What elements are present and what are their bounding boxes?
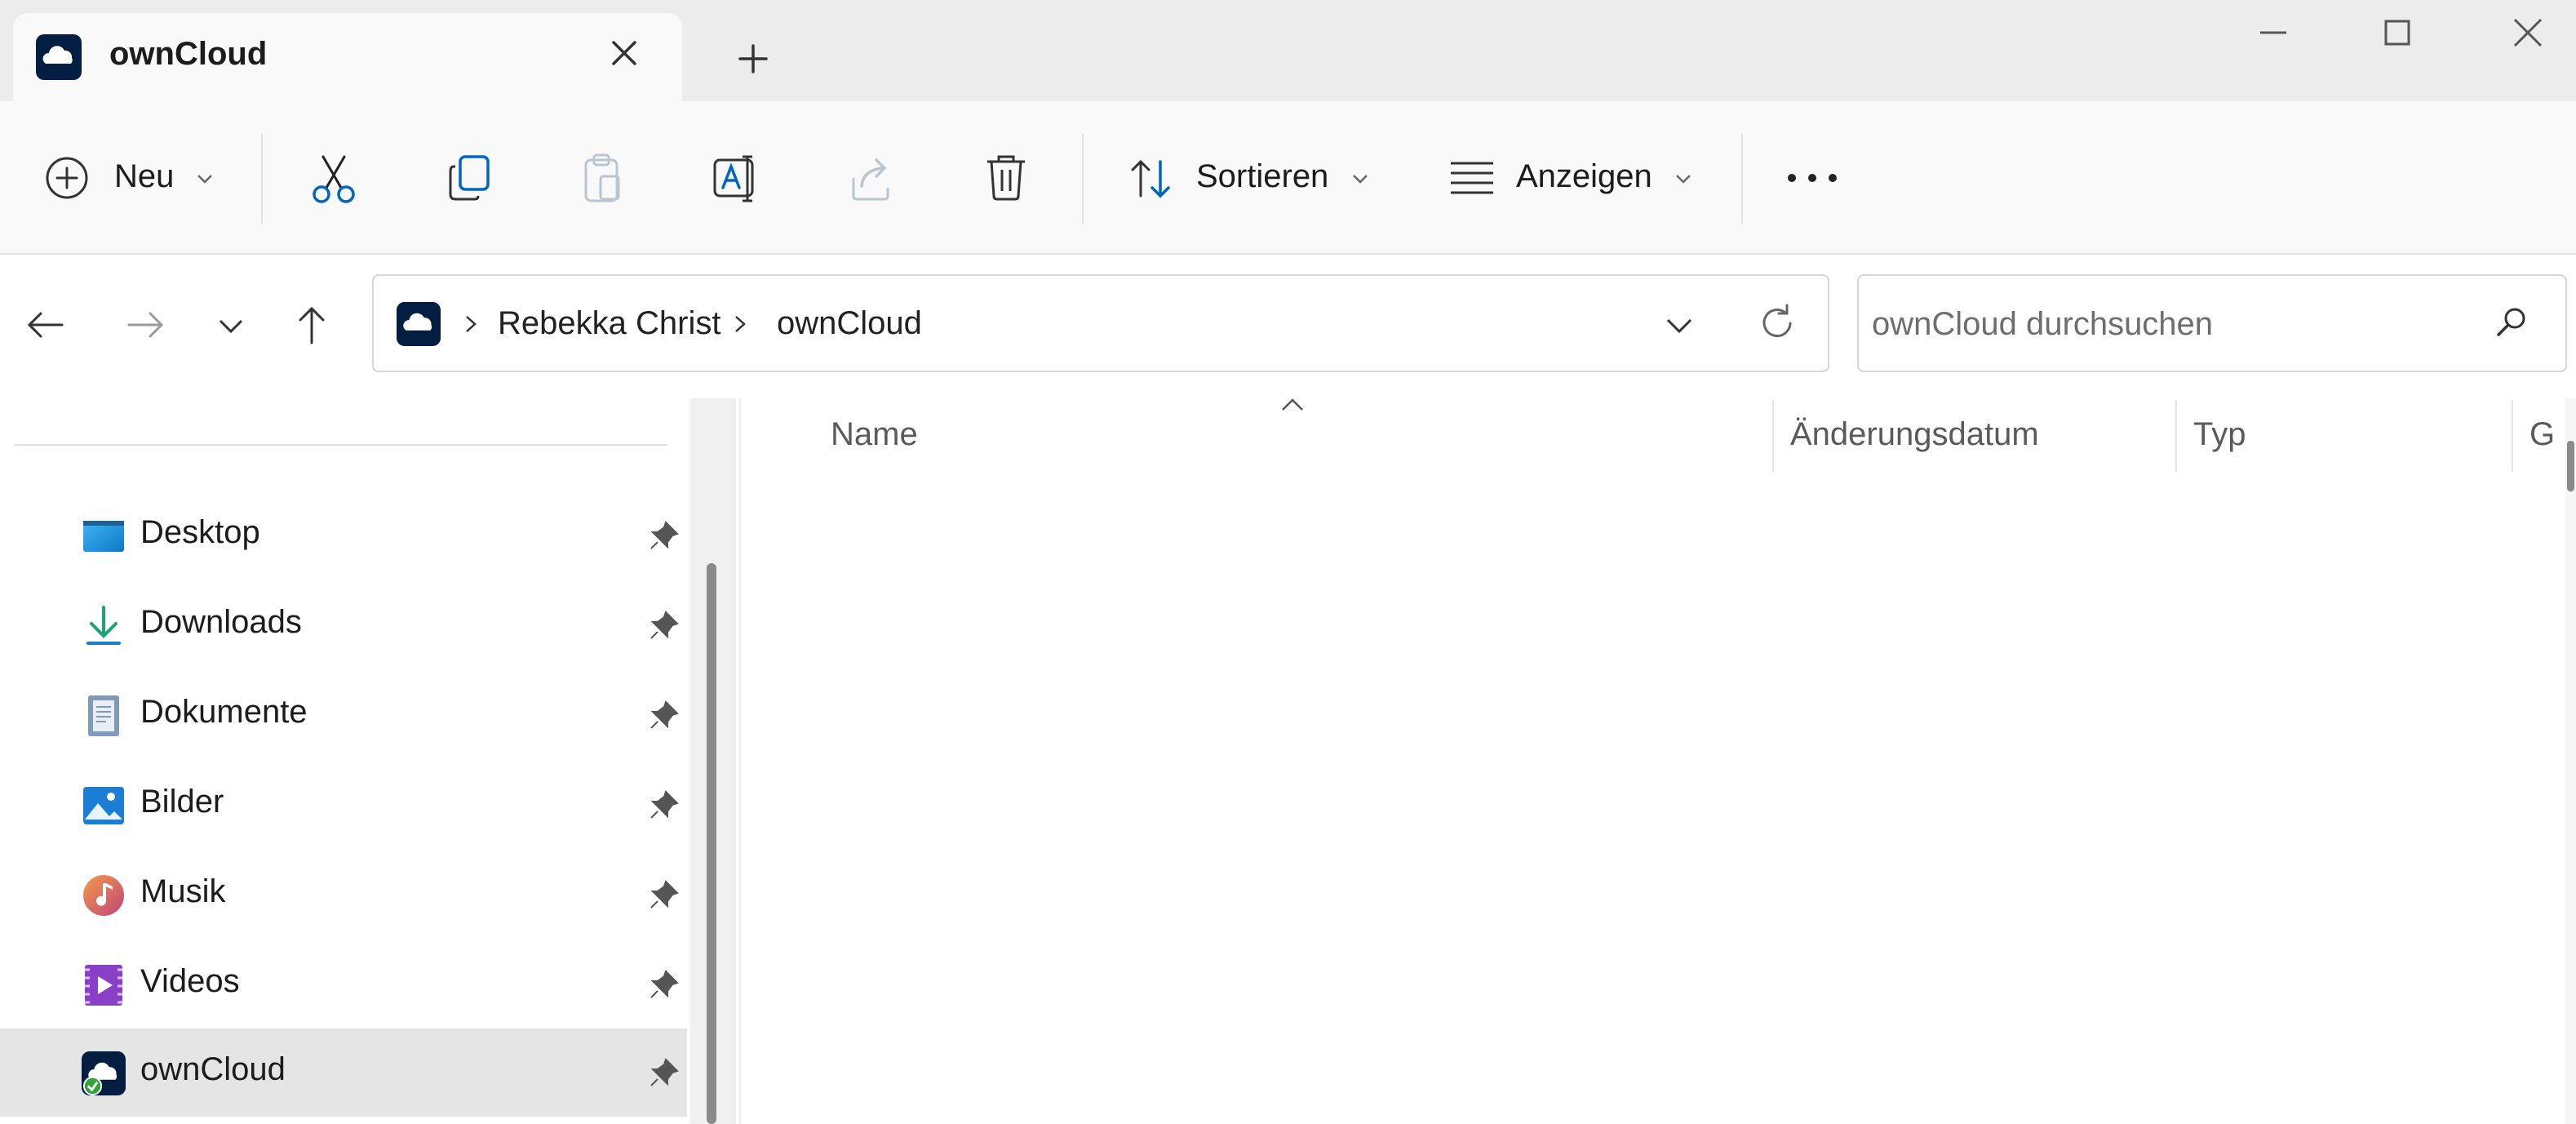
new-tab-icon[interactable]: [730, 36, 776, 82]
toolbar-separator: [1741, 134, 1743, 224]
pane-divider: [739, 398, 741, 1124]
sort-label: Sortieren: [1196, 158, 1329, 194]
back-icon[interactable]: [23, 302, 69, 348]
minimize-icon[interactable]: [2249, 8, 2298, 57]
column-header-name[interactable]: Name: [831, 416, 918, 453]
search-icon[interactable]: [2492, 304, 2531, 343]
up-icon[interactable]: [289, 302, 335, 348]
new-button[interactable]: Neu: [33, 137, 228, 219]
column-separator[interactable]: [2175, 400, 2177, 472]
file-list-scrollbar-track: [2565, 398, 2576, 1124]
file-list-scrollbar-thumb[interactable]: [2567, 441, 2574, 491]
search-input[interactable]: [1870, 299, 2477, 349]
pin-icon[interactable]: [648, 519, 681, 552]
column-header-size[interactable]: G: [2529, 416, 2562, 453]
sort-ascending-icon: [1282, 398, 1303, 411]
plus-circle-icon: [46, 157, 88, 199]
more-options-icon[interactable]: [1784, 160, 1841, 196]
pin-icon[interactable]: [648, 1056, 681, 1089]
share-icon: [852, 158, 889, 201]
forward-icon: [127, 312, 164, 338]
sidebar-item-label: Downloads: [140, 604, 302, 640]
owncloud-icon: [397, 302, 441, 346]
list-view-icon: [1451, 162, 1493, 194]
sidebar-item-label: Dokumente: [140, 694, 308, 730]
sidebar-item-videos[interactable]: Videos: [0, 940, 687, 1028]
view-button[interactable]: Anzeigen: [1441, 137, 1702, 219]
sort-button[interactable]: Sortieren: [1123, 137, 1384, 219]
pin-icon[interactable]: [648, 968, 681, 1001]
owncloud-icon: [36, 34, 82, 80]
delete-icon[interactable]: [979, 150, 1033, 204]
breadcrumb-item[interactable]: ownCloud: [777, 305, 922, 342]
chevron-down-icon: [1676, 175, 1691, 184]
close-tab-icon[interactable]: [604, 33, 645, 73]
column-header-type[interactable]: Typ: [2193, 416, 2246, 453]
column-header-date[interactable]: Änderungsdatum: [1790, 416, 2039, 453]
owncloud-icon: [82, 1051, 126, 1095]
rename-icon[interactable]: [710, 152, 764, 206]
sidebar-divider: [15, 444, 667, 446]
column-separator[interactable]: [1772, 400, 1774, 472]
view-label: Anzeigen: [1516, 158, 1652, 194]
file-list-area[interactable]: [743, 482, 2562, 1118]
tab-title: ownCloud: [109, 36, 268, 72]
toolbar-separator: [261, 134, 263, 224]
recent-locations-chevron-icon[interactable]: [214, 309, 248, 343]
pictures-icon: [83, 787, 124, 824]
sidebar-item-label: Bilder: [140, 784, 224, 820]
toolbar-separator: [1082, 134, 1084, 224]
download-icon: [86, 606, 121, 645]
video-icon: [85, 965, 122, 1006]
pin-icon[interactable]: [648, 699, 681, 731]
refresh-icon[interactable]: [1754, 300, 1800, 346]
sidebar-item-pictures[interactable]: Bilder: [0, 761, 687, 849]
column-separator[interactable]: [2512, 400, 2513, 472]
sidebar-item-documents[interactable]: Dokumente: [0, 671, 687, 759]
sidebar-item-downloads[interactable]: Downloads: [0, 581, 687, 669]
sidebar-item-music[interactable]: Musik: [0, 851, 687, 939]
document-icon: [88, 695, 119, 736]
breadcrumb-chevron-icon[interactable]: [728, 312, 752, 336]
chevron-down-icon: [1353, 175, 1368, 184]
paste-icon: [584, 153, 620, 202]
cut-icon[interactable]: [307, 152, 361, 206]
address-bar[interactable]: Rebekka Christ ownCloud: [372, 274, 1829, 372]
chevron-down-icon: [197, 175, 212, 184]
search-box[interactable]: [1857, 274, 2567, 372]
copy-icon[interactable]: [444, 152, 498, 206]
sidebar-item-label: ownCloud: [140, 1051, 286, 1087]
sidebar-item-label: Videos: [140, 963, 240, 999]
address-history-chevron-icon[interactable]: [1663, 309, 1696, 341]
sidebar-item-owncloud[interactable]: ownCloud: [0, 1028, 687, 1117]
pin-icon[interactable]: [648, 878, 681, 911]
breadcrumb-chevron-icon: [466, 316, 477, 332]
close-window-icon[interactable]: [2503, 8, 2552, 57]
pin-icon[interactable]: [648, 789, 681, 821]
new-label: Neu: [114, 158, 175, 194]
sidebar-item-label: Desktop: [140, 514, 260, 550]
pin-icon[interactable]: [648, 609, 681, 642]
breadcrumb-item[interactable]: Rebekka Christ: [498, 305, 720, 342]
desktop-icon: [83, 521, 124, 552]
sidebar-item-desktop[interactable]: Desktop: [0, 491, 687, 580]
sort-arrows-icon: [1131, 159, 1170, 198]
sidebar-scrollbar-thumb[interactable]: [707, 563, 716, 1124]
maximize-icon[interactable]: [2373, 8, 2422, 57]
music-icon: [83, 875, 124, 916]
sidebar-item-label: Musik: [140, 873, 226, 909]
